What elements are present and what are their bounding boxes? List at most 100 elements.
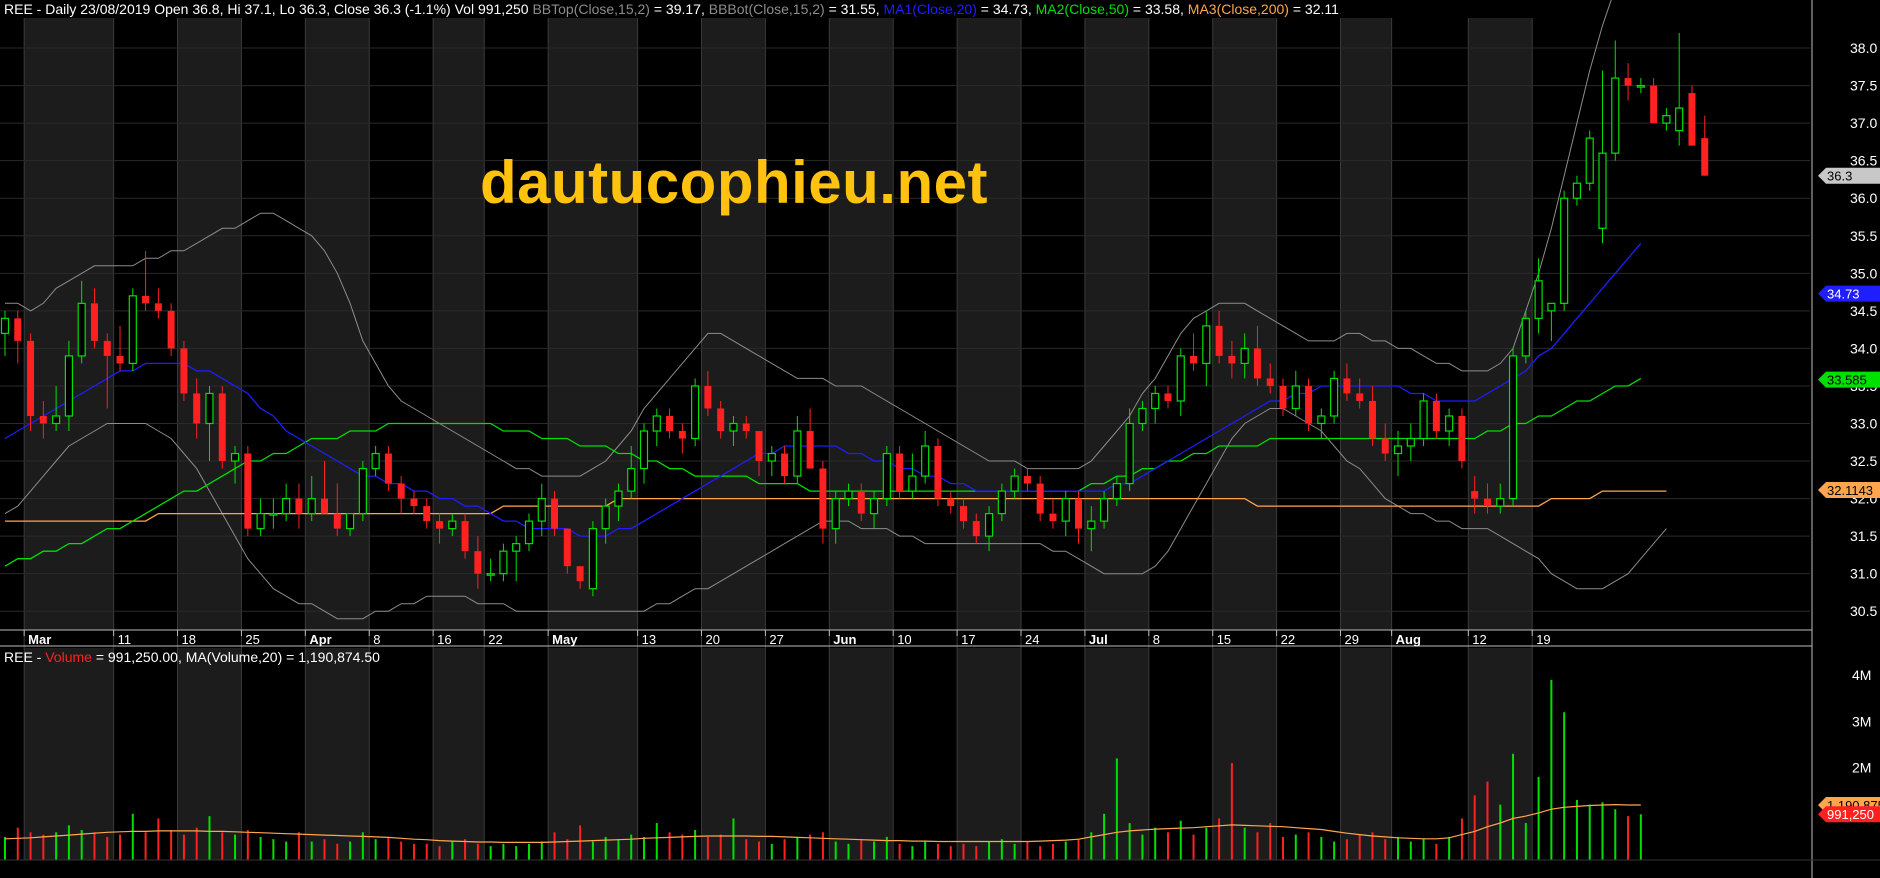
- volume-ma-label: MA(Volume,20): [185, 649, 283, 665]
- date-tick-label: 11: [118, 632, 132, 647]
- price-tick-label: 34.0: [1850, 340, 1877, 356]
- date-tick-label: 12: [1472, 632, 1486, 647]
- candle-body-down: [1075, 498, 1083, 529]
- price-tick-label: 38.0: [1850, 40, 1877, 56]
- week-band: [305, 18, 370, 630]
- candle-body-up: [1240, 347, 1249, 365]
- candle-body-up: [1176, 355, 1185, 402]
- candle-body-up: [512, 543, 521, 552]
- price-tick-label: 30.5: [1850, 603, 1877, 619]
- bbbot-label: BBBot(Close,15,2): [708, 1, 825, 17]
- candle-body-up: [1662, 115, 1671, 124]
- candle-body-down: [576, 566, 584, 582]
- candle-body-down: [704, 385, 712, 409]
- candle-body-down: [436, 521, 444, 529]
- candle-body-up: [614, 490, 623, 507]
- candle-body-up: [627, 467, 636, 492]
- candle-body-down: [1215, 325, 1223, 356]
- candle-body-down: [1343, 378, 1351, 394]
- candle-body-down: [1483, 498, 1491, 507]
- price-tick-label: 32.5: [1850, 453, 1877, 469]
- candle-body-up: [52, 415, 61, 425]
- candle-body-up: [230, 452, 240, 462]
- candle-body-down: [1381, 438, 1389, 454]
- price-tick-label: 34.5: [1850, 303, 1877, 319]
- bbtop-label: BBTop(Close,15,2): [532, 1, 650, 17]
- candle-body-up: [1151, 392, 1160, 410]
- candle-body-down: [461, 521, 469, 552]
- candle-body-down: [1688, 93, 1696, 146]
- date-tick-label: 29: [1345, 632, 1359, 647]
- candle-body-up: [1393, 445, 1403, 455]
- volume-tick-label: 3M: [1852, 713, 1871, 729]
- candle-body-down: [321, 498, 328, 514]
- week-band: [305, 648, 370, 860]
- candle-body-down: [896, 453, 904, 492]
- candle-body-up: [1291, 385, 1300, 410]
- candle-body-down: [819, 468, 827, 529]
- date-tick-label: 8: [373, 632, 380, 647]
- candle-body-up: [1099, 497, 1109, 522]
- candle-body-down: [934, 446, 942, 499]
- candle-body-up: [1496, 497, 1505, 507]
- candle-body-up: [1445, 415, 1454, 432]
- candle-body-down: [218, 393, 226, 462]
- date-tick-label: Aug: [1396, 632, 1421, 647]
- candle-body-up: [1087, 520, 1096, 530]
- volume-value: = 991,250.00,: [95, 649, 182, 665]
- candle-body-up: [1547, 302, 1556, 312]
- week-band: [1340, 18, 1392, 630]
- candle-body-down: [167, 310, 175, 349]
- candle-body-up: [639, 430, 649, 470]
- candle-body-down: [742, 423, 750, 432]
- price-tick-label: 35.5: [1850, 228, 1877, 244]
- candle-body-down: [972, 521, 980, 537]
- week-band: [701, 18, 766, 630]
- price-tick-label: 35.0: [1850, 265, 1877, 281]
- candle-body-up: [358, 467, 367, 515]
- candle-body-down: [90, 303, 98, 341]
- candle-body-down: [678, 431, 686, 439]
- date-tick-label: 25: [245, 632, 259, 647]
- candle-body-up: [345, 513, 355, 530]
- candle-body-up: [537, 497, 546, 522]
- candle-body-down: [1253, 348, 1261, 379]
- date-tick-label: 13: [642, 632, 656, 647]
- price-tick-label: 36.0: [1850, 190, 1877, 206]
- candle-body-up: [524, 520, 534, 545]
- candle-body-up: [269, 513, 278, 516]
- candle-body-up: [128, 295, 137, 365]
- week-band: [1340, 648, 1392, 860]
- date-tick-label: 8: [1153, 632, 1160, 647]
- candle-body-down: [806, 431, 814, 469]
- price-volume-chart[interactable]: 38.0 37.5 37.0 36.5 36.0 35.5 35.0 34.5 34.0 33.5…: [0, 0, 1880, 878]
- price-tick-label: 37.0: [1850, 115, 1877, 131]
- candle-body-down: [1624, 78, 1632, 86]
- candle-body-up: [0, 317, 10, 334]
- week-band: [433, 648, 485, 860]
- candle-body-up: [1112, 482, 1121, 500]
- candle-body-up: [729, 422, 738, 432]
- candle-body-up: [499, 550, 508, 575]
- candle-body-down: [27, 340, 35, 416]
- candle-body-down: [193, 393, 201, 424]
- candle-body-up: [205, 392, 214, 425]
- candle-body-down: [1701, 138, 1709, 176]
- volume-header: REE - Volume = 991,250.00, MA(Volume,20)…: [4, 648, 380, 666]
- candle-body-down: [755, 431, 763, 462]
- candle-body-up: [1572, 182, 1582, 199]
- candle-body-up: [831, 497, 840, 530]
- candle-body-up: [1521, 317, 1530, 357]
- candle-body-up: [77, 302, 86, 357]
- candle-body-down: [180, 348, 188, 394]
- candle-body-up: [1508, 355, 1518, 500]
- volume-tick-label: 4M: [1852, 667, 1871, 683]
- candle-body-down: [39, 415, 47, 424]
- price-tick-label: 37.5: [1850, 78, 1877, 94]
- candle-body-up: [1010, 475, 1019, 492]
- candle-body-down: [1458, 415, 1466, 462]
- candle-body-down: [244, 453, 252, 529]
- candle-body-down: [1036, 483, 1044, 514]
- ma3-value: = 32.11: [1292, 1, 1339, 17]
- candle-body-down: [103, 340, 111, 356]
